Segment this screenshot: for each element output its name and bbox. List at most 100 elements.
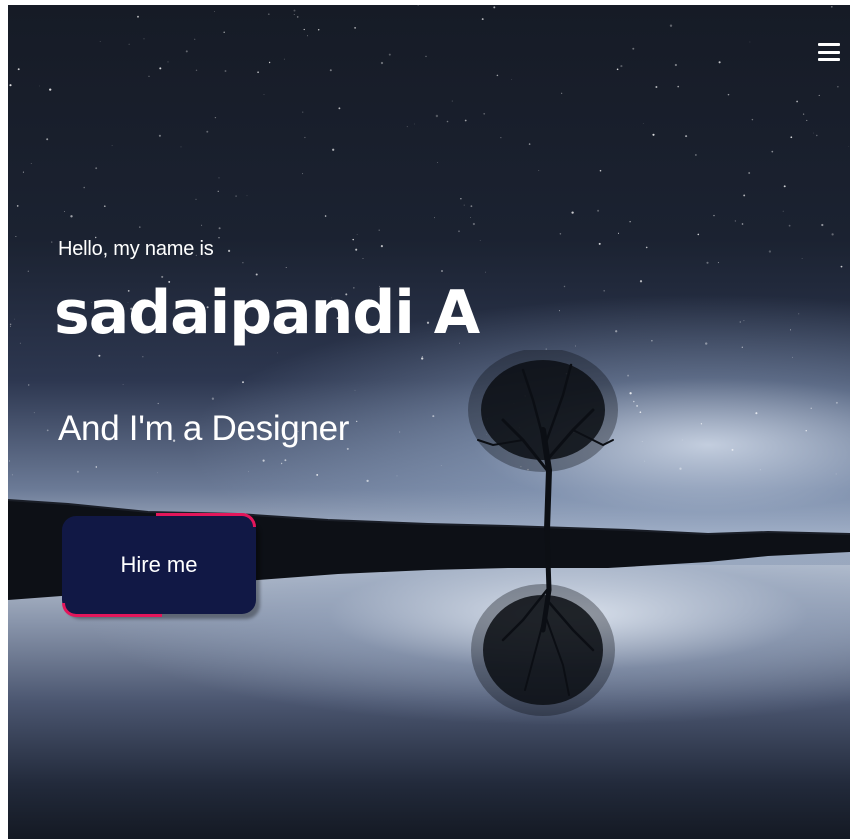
star [338, 107, 341, 110]
star [22, 171, 24, 173]
star [645, 246, 648, 249]
star [195, 69, 198, 72]
star [285, 267, 287, 269]
star [137, 15, 139, 18]
star [629, 392, 632, 395]
star [362, 258, 364, 259]
hamburger-menu-icon-bar [818, 58, 840, 61]
star [142, 356, 144, 358]
person-name: sadaipandi A [54, 278, 480, 348]
star [235, 195, 237, 197]
star [575, 345, 576, 347]
star [329, 69, 332, 72]
hamburger-menu-icon [818, 43, 840, 46]
star [214, 11, 216, 12]
star [679, 467, 682, 470]
hamburger-menu-icon-bar [818, 50, 840, 54]
star [481, 18, 484, 21]
hire-me-button[interactable]: Hire me [62, 513, 256, 617]
star [51, 241, 53, 243]
hire-me-label: Hire me [120, 552, 198, 577]
star [246, 195, 248, 197]
star [458, 230, 460, 233]
star [64, 211, 65, 212]
star [139, 226, 141, 228]
star [597, 209, 600, 212]
star [380, 61, 384, 65]
star [95, 466, 98, 468]
star [470, 217, 472, 219]
star [734, 220, 737, 222]
star [99, 41, 101, 43]
star [49, 88, 52, 91]
star [27, 384, 30, 386]
star [280, 462, 283, 465]
star [700, 423, 703, 425]
star [511, 79, 513, 80]
star [818, 94, 820, 96]
menu-button[interactable] [818, 41, 840, 63]
star [95, 167, 98, 170]
star [788, 224, 791, 227]
star [33, 412, 35, 414]
star [632, 47, 635, 50]
star [816, 134, 818, 137]
star [167, 61, 169, 63]
star [414, 123, 415, 125]
star [122, 384, 124, 385]
star [159, 67, 162, 70]
star [783, 185, 786, 188]
star [821, 223, 824, 227]
star [642, 123, 644, 124]
star [472, 222, 476, 226]
star [380, 245, 383, 248]
star [437, 162, 439, 163]
star [451, 100, 453, 102]
role-subtitle: And I'm a Designer [58, 409, 350, 448]
star [354, 26, 357, 29]
star [217, 190, 219, 192]
star [9, 84, 12, 87]
star [559, 233, 562, 235]
star [211, 397, 215, 400]
star [11, 474, 13, 476]
star [302, 111, 304, 113]
star [633, 400, 635, 403]
star [470, 205, 473, 208]
star [218, 177, 220, 179]
star [421, 356, 423, 358]
star [697, 233, 700, 236]
star [324, 215, 327, 217]
star [528, 143, 531, 145]
star [782, 210, 784, 212]
button-accent-top [156, 513, 256, 527]
star [306, 35, 309, 37]
star [293, 9, 296, 12]
star [681, 439, 683, 441]
star [759, 469, 761, 471]
star [706, 261, 709, 264]
star [717, 262, 719, 264]
star [831, 233, 834, 236]
star [9, 325, 11, 327]
star [354, 389, 356, 391]
star [111, 145, 113, 147]
star [743, 194, 746, 197]
star [218, 227, 221, 230]
star [19, 342, 21, 344]
star [378, 229, 380, 231]
star [802, 113, 805, 115]
star [731, 448, 734, 451]
star [749, 41, 751, 43]
star [768, 250, 772, 253]
star [262, 459, 265, 462]
star [195, 198, 197, 201]
star [485, 271, 486, 273]
star [98, 354, 101, 357]
star [296, 16, 299, 18]
star [812, 132, 814, 134]
star [103, 205, 106, 208]
star [398, 431, 401, 433]
star [837, 86, 839, 88]
star [617, 232, 620, 234]
